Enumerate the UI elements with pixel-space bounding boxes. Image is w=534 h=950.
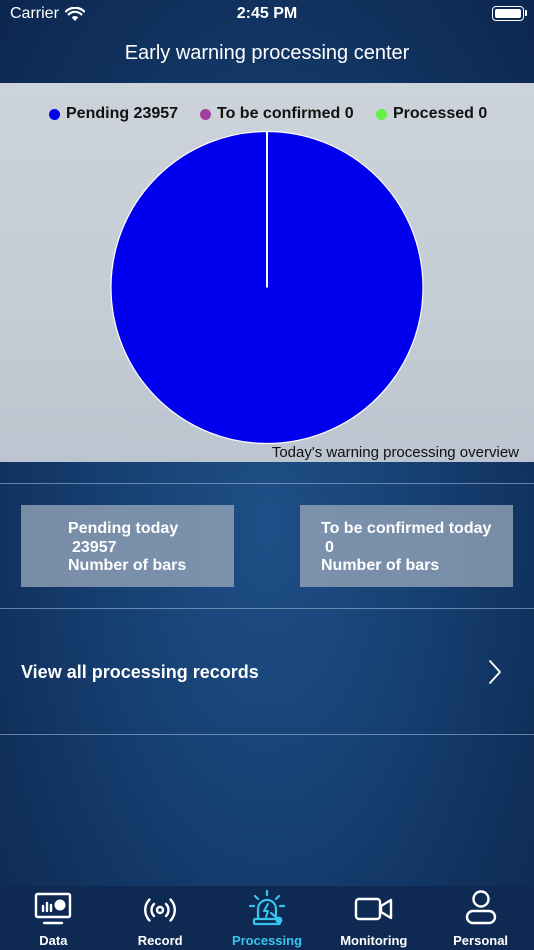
monitor-chart-icon [35,892,72,925]
tab-record-label: Record [137,933,183,948]
view-all-records-link[interactable]: View all processing records [0,609,534,734]
broadcast-icon [144,898,177,922]
divider [0,734,534,735]
chevron-right-icon [489,660,501,684]
to-be-confirmed-today-value: 0 [325,538,334,556]
to-be-confirmed-today-card: To be confirmed today 0 Number of bars [300,505,513,587]
view-all-records-label: View all processing records [21,662,259,682]
pending-today-value: 23957 [72,538,117,556]
tab-data[interactable]: Data [0,886,107,950]
pending-today-card: Pending today 23957 Number of bars [21,505,234,587]
tab-processing[interactable]: Processing [214,886,321,950]
chart-panel: Pending 23957 To be confirmed 0 Processe… [0,83,534,462]
divider [0,483,534,484]
to-be-confirmed-today-title: To be confirmed today [321,520,492,537]
tab-monitoring-label: Monitoring [340,933,408,948]
tab-data-label: Data [39,933,68,948]
video-camera-icon [354,897,392,921]
pending-today-unit: Number of bars [68,557,187,574]
tab-bar: Data Record Processing Monitoring Person… [0,886,534,950]
tab-record[interactable]: Record [107,886,214,950]
page-title: Early warning processing center [124,42,410,64]
tab-processing-label: Processing [231,933,303,948]
chart-caption: Today's warning processing overview [271,444,519,461]
status-time: 2:45 PM [236,5,298,22]
tab-monitoring[interactable]: Monitoring [320,886,427,950]
to-be-confirmed-today-unit: Number of bars [321,557,440,574]
status-bar: Carrier 2:45 PM [0,0,534,28]
tab-personal[interactable]: Personal [427,886,534,950]
pie-chart [110,130,424,445]
battery-icon [492,6,527,21]
alarm-light-icon [248,889,286,926]
person-icon [465,890,496,925]
pending-today-title: Pending today [68,520,179,537]
tab-personal-label: Personal [453,933,509,948]
